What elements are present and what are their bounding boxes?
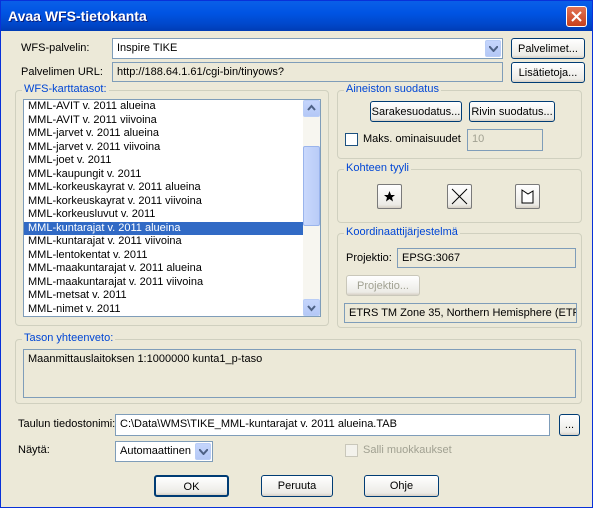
window-title: Avaa WFS-tietokanta bbox=[8, 8, 147, 24]
layer-list-item[interactable]: MML-kaupungit v. 2011 bbox=[24, 168, 320, 182]
browse-button[interactable]: ... bbox=[559, 414, 580, 436]
server-url-label: Palvelimen URL: bbox=[21, 66, 103, 78]
region-style-icon bbox=[521, 189, 534, 204]
column-filter-button[interactable]: Sarakesuodatus... bbox=[370, 101, 462, 122]
allow-edits-label: Salli muokkaukset bbox=[363, 444, 452, 456]
title-bar[interactable]: Avaa WFS-tietokanta bbox=[1, 1, 592, 31]
max-features-input[interactable]: 10 bbox=[467, 129, 543, 151]
filter-group-title: Aineiston suodatus bbox=[344, 83, 441, 95]
allow-edits-checkbox[interactable] bbox=[345, 444, 358, 457]
max-features-label: Maks. ominaisuudet bbox=[363, 133, 461, 145]
layer-list-item[interactable]: MML-korkeuskayrat v. 2011 alueina bbox=[24, 181, 320, 195]
dropdown-arrow-icon[interactable] bbox=[485, 40, 501, 57]
summary-text: Maanmittauslaitoksen 1:1000000 kunta1_p-… bbox=[23, 349, 576, 398]
layer-list-item[interactable]: MML-maakuntarajat v. 2011 viivoina bbox=[24, 276, 320, 290]
max-features-checkbox[interactable] bbox=[345, 133, 358, 146]
layer-list-item[interactable]: MML-korkeuskayrat v. 2011 viivoina bbox=[24, 195, 320, 209]
server-select[interactable]: Inspire TIKE bbox=[112, 38, 503, 59]
line-style-icon bbox=[451, 188, 468, 205]
point-style-icon bbox=[384, 191, 395, 202]
summary-group-title: Tason yhteenveto: bbox=[22, 332, 116, 344]
server-value: Inspire TIKE bbox=[117, 42, 178, 54]
layer-list-item[interactable]: MML-korkeusluvut v. 2011 bbox=[24, 208, 320, 222]
layer-list-item[interactable]: MML-kuntarajat v. 2011 alueina bbox=[24, 221, 320, 235]
dropdown-arrow-icon[interactable] bbox=[195, 443, 211, 460]
layer-list-item[interactable]: MML-lentokentat v. 2011 bbox=[24, 249, 320, 263]
layer-list-item[interactable]: MML-jarvet v. 2011 viivoina bbox=[24, 141, 320, 155]
layer-list-item[interactable]: MML-metsat v. 2011 bbox=[24, 289, 320, 303]
projection-button[interactable]: Projektio... bbox=[346, 275, 420, 296]
point-style-button[interactable] bbox=[377, 184, 402, 209]
table-filename-label: Taulun tiedostonimi: bbox=[18, 418, 116, 430]
row-filter-button[interactable]: Rivin suodatus... bbox=[469, 101, 555, 122]
crs-group-title: Koordinaattijärjestelmä bbox=[344, 226, 460, 238]
ok-button[interactable]: OK bbox=[154, 475, 229, 497]
layers-listbox[interactable]: MML-AVIT v. 2011 alueina MML-AVIT v. 2011… bbox=[23, 99, 321, 317]
layer-list-item[interactable]: MML-kuntarajat v. 2011 viivoina bbox=[24, 235, 320, 249]
layer-list-item[interactable]: MML-peikonniset v. 2011 bbox=[24, 316, 320, 317]
info-button[interactable]: Lisätietoja... bbox=[511, 62, 585, 83]
table-filename-input[interactable]: C:\Data\WMS\TIKE_MML-kuntarajat v. 2011 … bbox=[115, 414, 550, 436]
servers-button[interactable]: Palvelimet... bbox=[511, 38, 585, 59]
scroll-thumb[interactable] bbox=[303, 146, 320, 226]
layer-list-item[interactable]: MML-nimet v. 2011 bbox=[24, 303, 320, 317]
help-button[interactable]: Ohje bbox=[364, 475, 439, 497]
projection-code-field: EPSG:3067 bbox=[397, 248, 576, 268]
layer-list-item[interactable]: MML-jarvet v. 2011 alueina bbox=[24, 127, 320, 141]
display-select[interactable]: Automaattinen bbox=[115, 441, 213, 462]
server-label: WFS-palvelin: bbox=[21, 42, 90, 54]
layers-scrollbar[interactable] bbox=[303, 100, 320, 316]
layer-list-item[interactable]: MML-maakuntarajat v. 2011 alueina bbox=[24, 262, 320, 276]
cancel-button[interactable]: Peruuta bbox=[261, 475, 333, 497]
layer-list-item[interactable]: MML-AVIT v. 2011 alueina bbox=[24, 100, 320, 114]
display-label: Näytä: bbox=[18, 444, 50, 456]
layers-list: MML-AVIT v. 2011 alueina MML-AVIT v. 2011… bbox=[24, 100, 320, 317]
layers-group-title: WFS-karttatasot: bbox=[22, 83, 109, 95]
scroll-down-icon[interactable] bbox=[303, 299, 320, 316]
dialog-window: Avaa WFS-tietokanta WFS-palvelin: Inspir… bbox=[0, 0, 593, 508]
region-style-button[interactable] bbox=[515, 184, 540, 209]
projection-label: Projektio: bbox=[346, 252, 392, 264]
display-value: Automaattinen bbox=[120, 445, 191, 457]
layer-list-item[interactable]: MML-joet v. 2011 bbox=[24, 154, 320, 168]
projection-name-field: ETRS TM Zone 35, Northern Hemisphere (ET… bbox=[344, 303, 577, 323]
scroll-up-icon[interactable] bbox=[303, 100, 320, 117]
style-group-title: Kohteen tyyli bbox=[344, 162, 411, 174]
close-icon bbox=[571, 11, 582, 22]
layer-list-item[interactable]: MML-AVIT v. 2011 viivoina bbox=[24, 114, 320, 128]
server-url-field: http://188.64.1.61/cgi-bin/tinyows? bbox=[112, 62, 503, 82]
close-button[interactable] bbox=[566, 6, 587, 27]
line-style-button[interactable] bbox=[447, 184, 472, 209]
